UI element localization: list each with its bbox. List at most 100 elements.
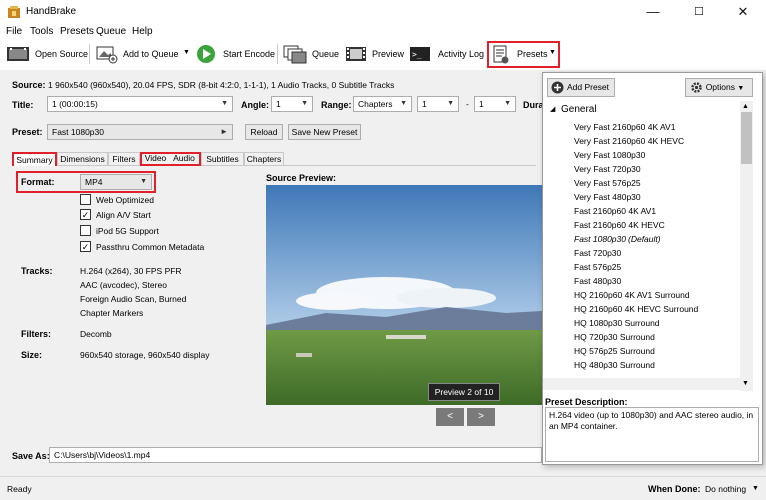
open-source-button[interactable]: Open Source: [35, 49, 88, 59]
ipod-checkbox[interactable]: [80, 225, 91, 236]
source-preview-label: Source Preview:: [266, 173, 337, 183]
duration-label: Dura: [523, 100, 544, 110]
menu-file[interactable]: File: [6, 26, 22, 37]
preset-group-general[interactable]: General: [561, 104, 597, 115]
passthru-metadata-checkbox[interactable]: ✓: [80, 241, 91, 252]
gear-icon: [691, 82, 702, 93]
scrollbar-thumb[interactable]: [741, 112, 752, 164]
angle-select[interactable]: 1 ▼: [271, 96, 313, 112]
window-title: HandBrake: [26, 6, 77, 17]
format-label: Format:: [21, 177, 55, 187]
preset-item[interactable]: HQ 2160p60 4K HEVC Surround: [574, 302, 698, 316]
queue-icon[interactable]: [283, 44, 307, 64]
source-info: 1 960x540 (960x540), 20.04 FPS, SDR (8-b…: [48, 80, 395, 90]
preset-item[interactable]: HQ 2160p60 4K AV1 Surround: [574, 288, 690, 302]
source-label: Source:: [12, 80, 46, 90]
angle-select-value: 1: [276, 99, 281, 109]
handbrake-app-icon: [8, 6, 20, 18]
track-line: H.264 (x264), 30 FPS PFR: [80, 266, 182, 276]
preset-item[interactable]: Fast 2160p60 4K AV1: [574, 204, 656, 218]
start-encode-icon[interactable]: [196, 44, 216, 64]
add-icon: [551, 81, 564, 94]
add-to-queue-icon[interactable]: [96, 44, 118, 64]
chevron-down-icon[interactable]: ◢: [550, 105, 555, 113]
menu-presets[interactable]: Presets: [60, 26, 94, 37]
align-av-checkbox[interactable]: ✓: [80, 209, 91, 220]
web-optimized-checkbox[interactable]: [80, 194, 91, 205]
chevron-down-icon[interactable]: ▼: [549, 49, 556, 56]
toolbar-divider: [277, 44, 278, 64]
size-value: 960x540 storage, 960x540 display: [80, 350, 210, 360]
menu-tools[interactable]: Tools: [30, 26, 53, 37]
tab-chapters[interactable]: Chapters: [244, 152, 284, 166]
status-text: Ready: [7, 484, 32, 494]
preview-prev-button[interactable]: <: [436, 408, 464, 426]
minimize-button[interactable]: —: [630, 0, 676, 24]
save-new-preset-button[interactable]: Save New Preset: [288, 124, 361, 140]
chevron-down-icon[interactable]: ▼: [752, 485, 759, 492]
chevron-down-icon[interactable]: ▼: [183, 49, 190, 56]
chevron-down-icon: ▼: [447, 100, 454, 107]
status-divider: [0, 476, 766, 477]
preset-item-selected[interactable]: Fast 1080p30: [574, 232, 626, 246]
svg-text:>_: >_: [412, 50, 422, 59]
activity-log-icon[interactable]: >_: [409, 44, 431, 64]
preset-item[interactable]: Very Fast 480p30: [574, 190, 641, 204]
preset-select-value: Fast 1080p30: [52, 127, 104, 137]
preview-image: [266, 185, 542, 405]
presets-label[interactable]: Presets: [517, 49, 548, 59]
tab-subtitles[interactable]: Subtitles: [201, 152, 244, 166]
preset-item[interactable]: Fast 576p25: [574, 260, 621, 274]
preview-counter-badge: Preview 2 of 10: [428, 383, 500, 401]
web-optimized-label: Web Optimized: [96, 195, 154, 205]
preset-item[interactable]: Very Fast 1080p30: [574, 148, 645, 162]
scroll-up-icon[interactable]: ▲: [742, 103, 749, 110]
scroll-down-icon[interactable]: ▼: [742, 380, 749, 387]
preset-item[interactable]: Very Fast 2160p60 4K AV1: [574, 120, 675, 134]
size-label: Size:: [21, 350, 43, 360]
reload-button[interactable]: Reload: [245, 124, 283, 140]
title-select[interactable]: 1 (00:00:15) ▼: [47, 96, 233, 112]
tab-filters[interactable]: Filters: [108, 152, 140, 166]
track-line: AAC (avcodec), Stereo: [80, 280, 167, 290]
start-encode-button[interactable]: Start Encode: [223, 49, 275, 59]
presets-icon[interactable]: [492, 45, 510, 65]
close-button[interactable]: ✕: [720, 0, 766, 24]
preset-item[interactable]: HQ 576p25 Surround: [574, 344, 655, 358]
horizontal-scrollbar[interactable]: [543, 378, 740, 390]
preview-next-button[interactable]: >: [467, 408, 495, 426]
preset-item[interactable]: HQ 720p30 Surround: [574, 330, 655, 344]
add-to-queue-button[interactable]: Add to Queue: [123, 49, 179, 59]
tab-summary[interactable]: Summary: [12, 152, 57, 166]
tab-dimensions[interactable]: Dimensions: [57, 152, 108, 166]
preset-item[interactable]: Very Fast 2160p60 4K HEVC: [574, 134, 684, 148]
preset-select[interactable]: Fast 1080p30 ►: [47, 124, 233, 140]
range-type-select[interactable]: Chapters ▼: [353, 96, 412, 112]
menu-queue[interactable]: Queue: [96, 26, 126, 37]
preset-item[interactable]: HQ 1080p30 Surround: [574, 316, 660, 330]
range-start-select[interactable]: 1 ▼: [417, 96, 459, 112]
preview-button[interactable]: Preview: [372, 49, 404, 59]
range-end-select[interactable]: 1 ▼: [474, 96, 516, 112]
maximize-button[interactable]: ☐: [676, 0, 722, 24]
preset-item[interactable]: Fast 480p30: [574, 274, 621, 288]
options-label: Options: [705, 82, 735, 92]
preset-item[interactable]: HQ 480p30 Surround: [574, 358, 655, 372]
when-done-select[interactable]: Do nothing: [705, 484, 746, 494]
video-audio-highlight: [140, 152, 201, 166]
queue-button[interactable]: Queue: [312, 49, 339, 59]
preset-item[interactable]: Fast 720p30: [574, 246, 621, 260]
format-select[interactable]: MP4 ▼: [80, 174, 152, 190]
preset-item[interactable]: Fast 2160p60 4K HEVC: [574, 218, 665, 232]
save-as-path-input[interactable]: C:\Users\bj\Videos\1.mp4: [49, 447, 542, 463]
preset-description-text: H.264 video (up to 1080p30) and AAC ster…: [545, 407, 759, 462]
menu-help[interactable]: Help: [132, 26, 153, 37]
preset-item[interactable]: Very Fast 576p25: [574, 176, 641, 190]
chevron-down-icon: ▼: [221, 100, 228, 107]
open-source-icon[interactable]: [6, 44, 30, 64]
preview-icon[interactable]: [345, 44, 367, 64]
activity-log-button[interactable]: Activity Log: [438, 49, 484, 59]
default-tag: (Default): [628, 234, 661, 244]
preset-item[interactable]: Very Fast 720p30: [574, 162, 641, 176]
filters-label: Filters:: [21, 329, 52, 339]
